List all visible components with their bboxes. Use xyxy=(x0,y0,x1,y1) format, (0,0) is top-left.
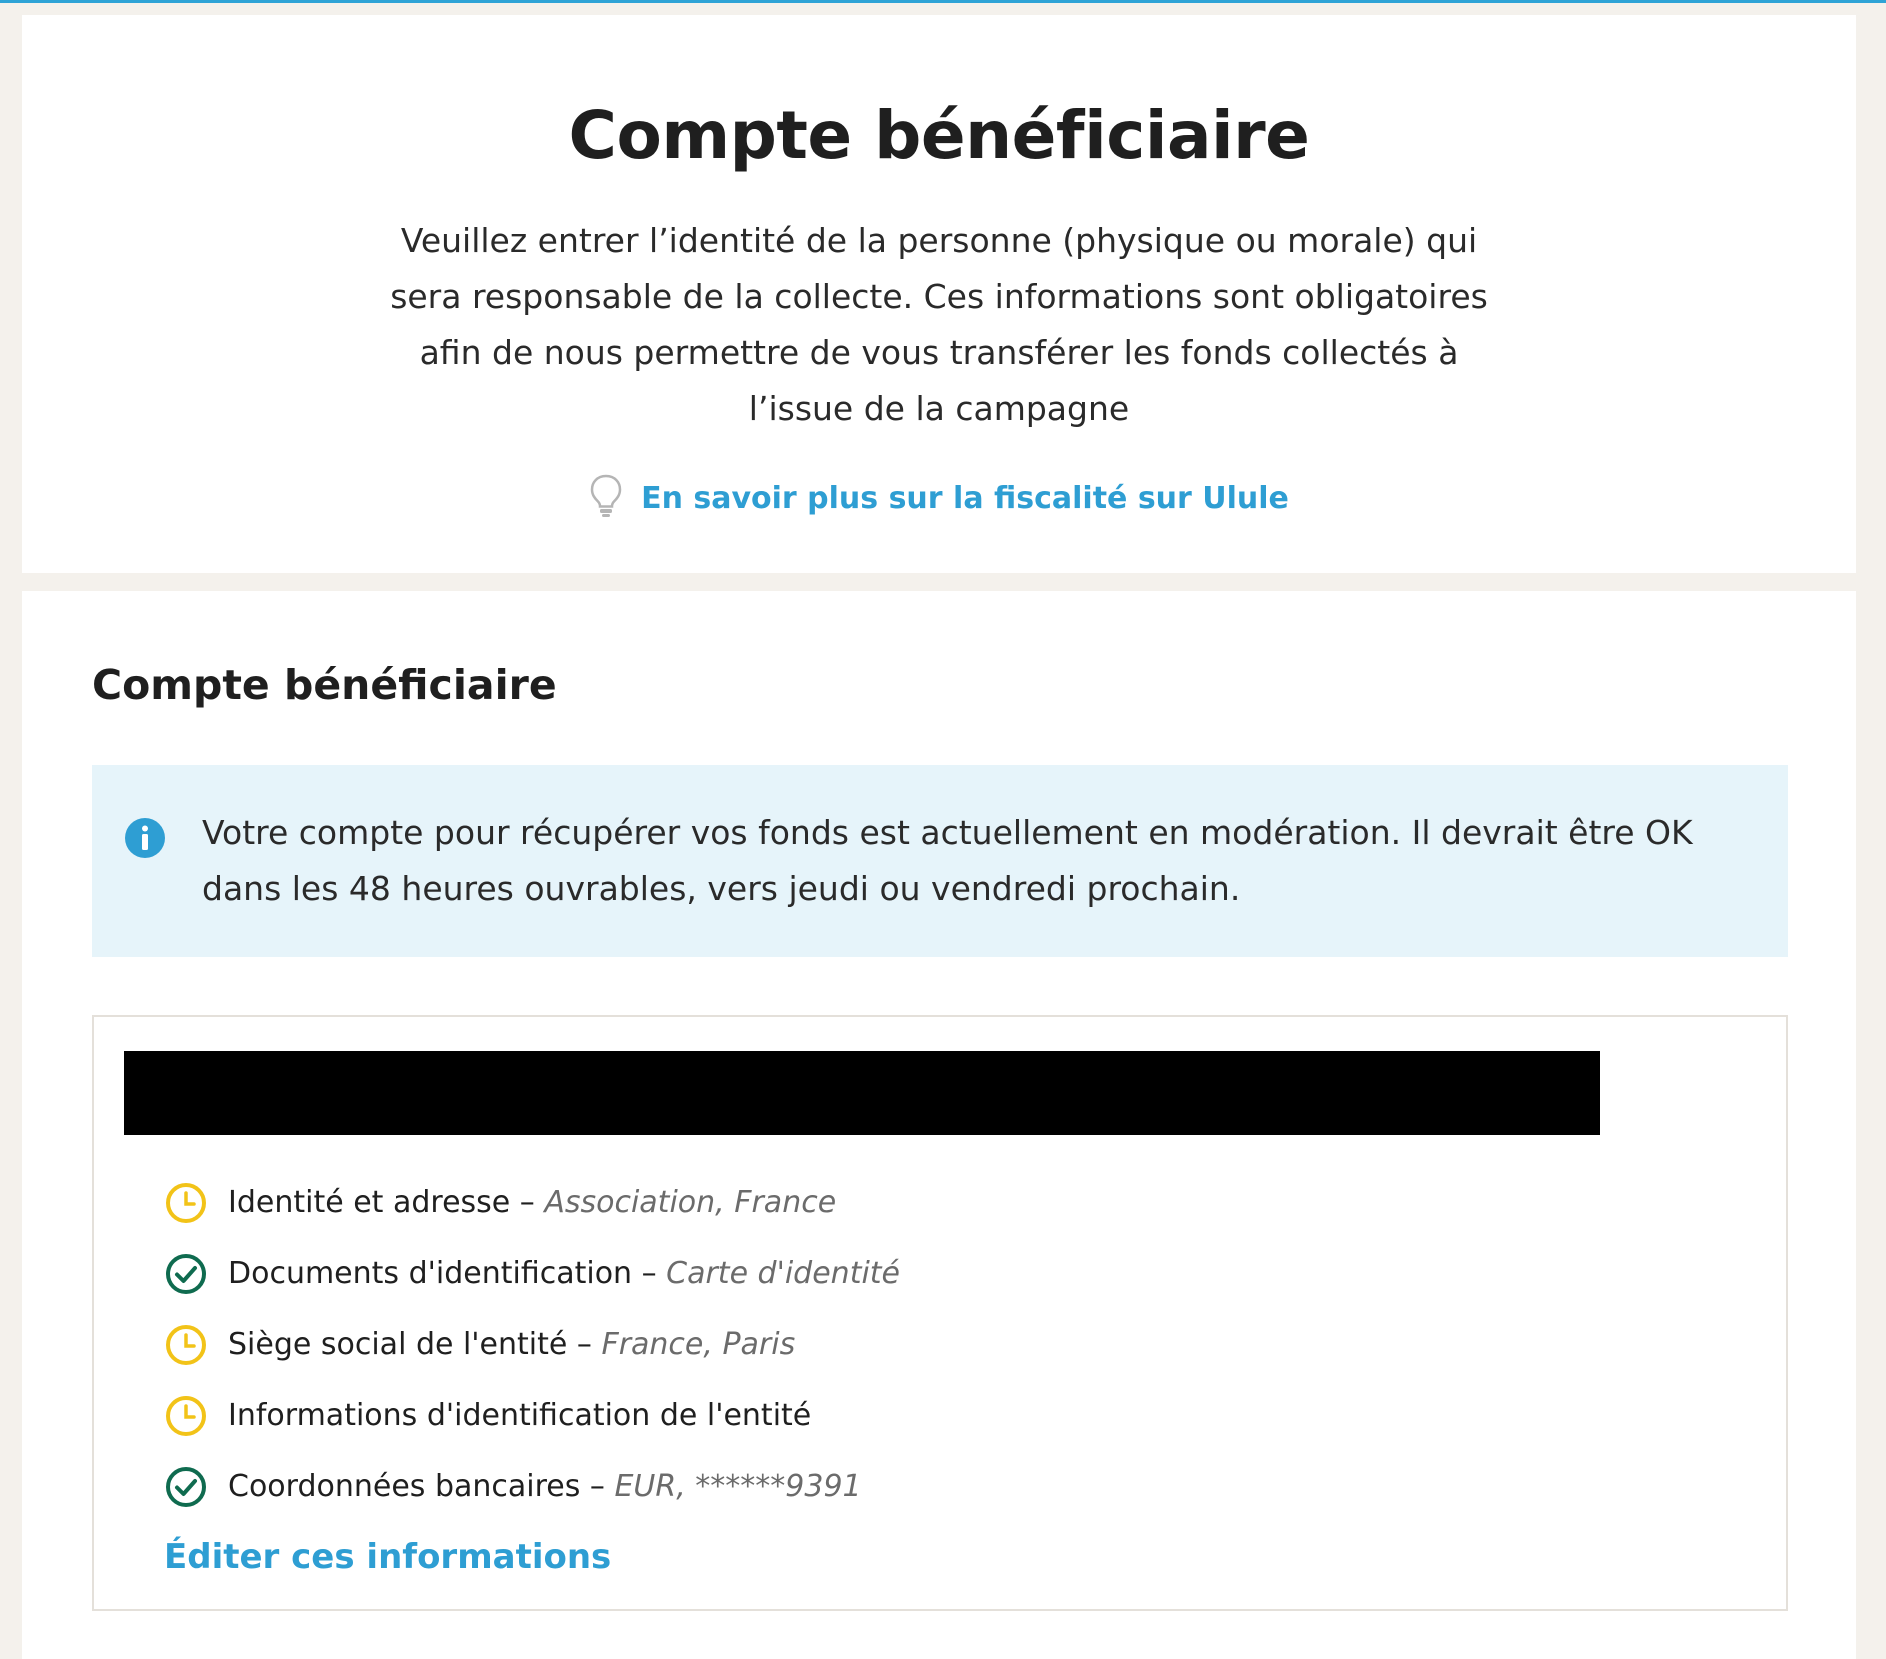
intro-description: Veuillez entrer l’identité de la personn… xyxy=(390,221,1488,428)
account-status-box: Identité et adresse – Association, Franc… xyxy=(92,1015,1788,1611)
page-title: Compte bénéficiaire xyxy=(568,97,1310,174)
beneficiary-account-card: Compte bénéficiaire Votre compte pour ré… xyxy=(22,591,1856,1659)
intro-card: Compte bénéficiaire Veuillez entrer l’id… xyxy=(22,15,1856,573)
fiscal-info-link[interactable]: En savoir plus sur la fiscalité sur Ulul… xyxy=(641,481,1289,516)
status-item-label: Informations d'identification de l'entit… xyxy=(228,1398,812,1433)
check-circle-icon xyxy=(164,1465,208,1509)
check-circle-icon xyxy=(164,1252,208,1296)
status-item-detail: EUR, ******9391 xyxy=(614,1469,862,1504)
edit-information-link[interactable]: Éditer ces informations xyxy=(164,1537,611,1577)
clock-icon xyxy=(164,1323,208,1367)
status-item-label: Coordonnées bancaires xyxy=(228,1469,581,1504)
status-item-id-documents: Documents d'identification – Carte d'ide… xyxy=(164,1238,900,1309)
redacted-account-name xyxy=(124,1051,1600,1135)
status-item-separator: – xyxy=(632,1256,667,1291)
status-item-entity-identification: Informations d'identification de l'entit… xyxy=(164,1380,900,1451)
status-item-detail: France, Paris xyxy=(601,1327,796,1362)
status-item-detail: Carte d'identité xyxy=(666,1256,901,1291)
status-item-bank-details: Coordonnées bancaires – EUR, ******9391 xyxy=(164,1451,900,1522)
status-item-label: Identité et adresse xyxy=(228,1185,511,1220)
moderation-info-text: Votre compte pour récupérer vos fonds es… xyxy=(202,813,1693,908)
status-item-label: Siège social de l'entité xyxy=(228,1327,568,1362)
status-item-headquarters: Siège social de l'entité – France, Paris xyxy=(164,1309,900,1380)
info-icon xyxy=(124,817,166,859)
clock-icon xyxy=(164,1181,208,1225)
lightbulb-icon xyxy=(589,473,623,523)
status-item-separator: – xyxy=(567,1327,602,1362)
status-item-separator: – xyxy=(580,1469,615,1504)
clock-icon xyxy=(164,1394,208,1438)
status-list: Identité et adresse – Association, Franc… xyxy=(164,1167,900,1522)
top-accent-line xyxy=(0,0,1886,3)
status-item-identity: Identité et adresse – Association, Franc… xyxy=(164,1167,900,1238)
moderation-info-banner: Votre compte pour récupérer vos fonds es… xyxy=(92,765,1788,957)
fiscal-info-link-row: En savoir plus sur la fiscalité sur Ulul… xyxy=(22,473,1856,523)
status-item-separator: – xyxy=(510,1185,545,1220)
section-title: Compte bénéficiaire xyxy=(92,661,557,709)
status-item-detail: Association, France xyxy=(544,1185,837,1220)
status-item-label: Documents d'identification xyxy=(228,1256,633,1291)
